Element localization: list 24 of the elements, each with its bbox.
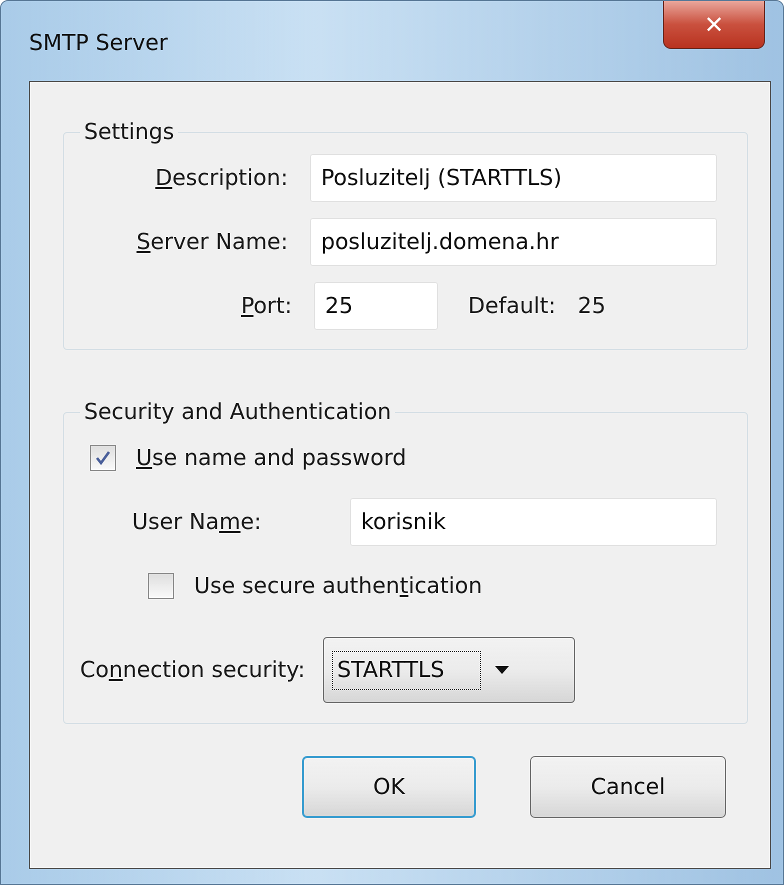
field-label: User Name:: [132, 510, 262, 534]
check-icon: [94, 449, 112, 467]
group-title: Security and Authentication: [83, 400, 392, 425]
user-name-field[interactable]: korisnik: [350, 498, 717, 546]
window-title: SMTP Server: [29, 31, 168, 56]
server-name-field[interactable]: posluzitelj.domena.hr: [310, 218, 717, 266]
cancel-button[interactable]: Cancel: [530, 756, 726, 818]
close-button[interactable]: ✕: [663, 1, 765, 49]
default-label: Default:: [468, 294, 556, 318]
checkbox[interactable]: [90, 445, 116, 471]
caret-icon: [495, 666, 510, 674]
port-field[interactable]: 25: [314, 282, 438, 330]
default-port: 25: [578, 294, 606, 318]
group-title: Settings: [83, 120, 176, 145]
checkbox[interactable]: [148, 573, 174, 599]
ok-button[interactable]: OK: [302, 756, 476, 818]
checkbox-label: Use name and password: [136, 446, 406, 470]
field-label: Server Name:: [136, 230, 289, 254]
connection-security-dropdown[interactable]: STARTTLS: [323, 637, 576, 703]
field-label: Connection security:: [80, 658, 306, 682]
field-label: Port:: [240, 294, 293, 318]
description-field[interactable]: Posluzitelj (STARTTLS): [310, 154, 717, 202]
field-label: Description:: [154, 166, 289, 190]
checkbox-label: Use secure authentication: [194, 574, 482, 598]
